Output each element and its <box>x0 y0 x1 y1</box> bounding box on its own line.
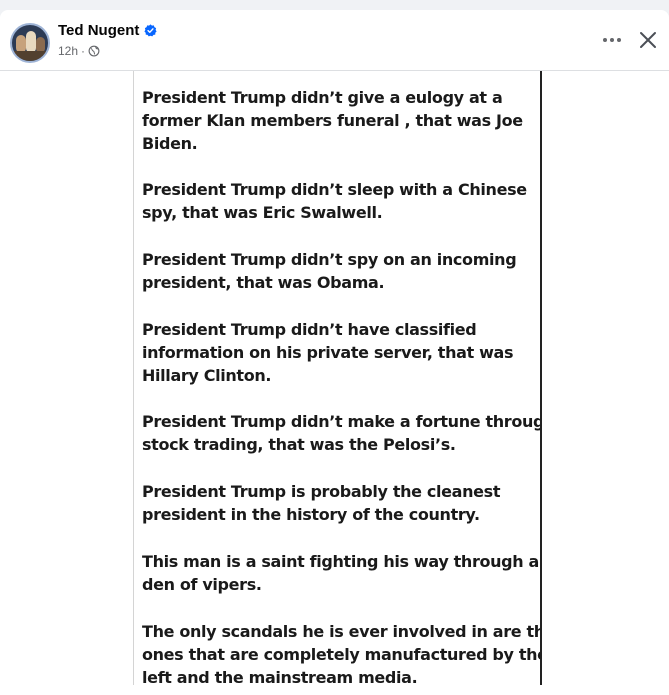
author-name[interactable]: Ted Nugent <box>58 22 139 39</box>
image-paragraph: This man is a saint fighting his way thr… <box>142 550 539 596</box>
image-text-line: President Trump didn’t make a fortune th… <box>142 412 542 431</box>
image-paragraph: President Trump didn’t make a fortune th… <box>142 410 542 456</box>
image-text-line: President Trump is probably the cleanest <box>142 482 501 501</box>
image-text-line: president, that was Obama. <box>142 273 385 292</box>
image-text-line: president in the history of the country. <box>142 505 480 524</box>
image-paragraph: President Trump is probably the cleanest… <box>142 480 537 526</box>
image-text-line: The only scandals he is ever involved in… <box>142 622 542 641</box>
post-header: Ted Nugent 12h · <box>0 10 669 71</box>
post-card: Ted Nugent 12h · President Trump didn’t … <box>0 10 669 695</box>
author-avatar[interactable] <box>10 23 50 63</box>
image-text-line: President Trump didn’t sleep with a Chin… <box>142 180 527 199</box>
verified-badge-icon <box>144 24 157 37</box>
globe-icon[interactable] <box>88 45 100 57</box>
image-text-line: President Trump didn’t spy on an incomin… <box>142 250 517 269</box>
bottom-strip <box>0 685 669 695</box>
avatar-ground <box>12 51 48 61</box>
meta-separator: · <box>81 44 86 58</box>
post-timestamp[interactable]: 12h <box>58 44 78 58</box>
close-button[interactable] <box>634 26 662 54</box>
image-paragraph: President Trump didn’t sleep with a Chin… <box>142 178 537 224</box>
author-name-row: Ted Nugent <box>58 22 157 39</box>
image-paragraph: President Trump didn’t have classified i… <box>142 318 537 387</box>
image-text-line: Biden. <box>142 134 198 153</box>
post-meta: 12h · <box>58 44 100 58</box>
image-text-line: spy, that was Eric Swalwell. <box>142 203 383 222</box>
image-text-line: former Klan members funeral , that was J… <box>142 111 523 130</box>
image-paragraph: President Trump didn’t spy on an incomin… <box>142 248 537 294</box>
more-options-button[interactable] <box>598 28 626 52</box>
image-text-line: ones that are completely manufactured by… <box>142 645 542 664</box>
image-text-line: President Trump didn’t have classified <box>142 320 477 339</box>
image-text-line: Hillary Clinton. <box>142 366 272 385</box>
more-options-icon <box>603 38 621 42</box>
post-image[interactable]: President Trump didn’t give a eulogy at … <box>133 71 542 695</box>
image-text-line: stock trading, that was the Pelosi’s. <box>142 435 456 454</box>
image-text-line: This man is a saint fighting his way thr… <box>142 552 539 571</box>
close-icon <box>640 32 656 48</box>
image-text-line: President Trump didn’t give a eulogy at … <box>142 88 503 107</box>
image-paragraph: The only scandals he is ever involved in… <box>142 620 542 689</box>
image-text-line: den of vipers. <box>142 575 262 594</box>
avatar-figure <box>26 31 36 53</box>
image-text-line: information on his private server, that … <box>142 343 514 362</box>
image-paragraph: President Trump didn’t give a eulogy at … <box>142 86 537 155</box>
